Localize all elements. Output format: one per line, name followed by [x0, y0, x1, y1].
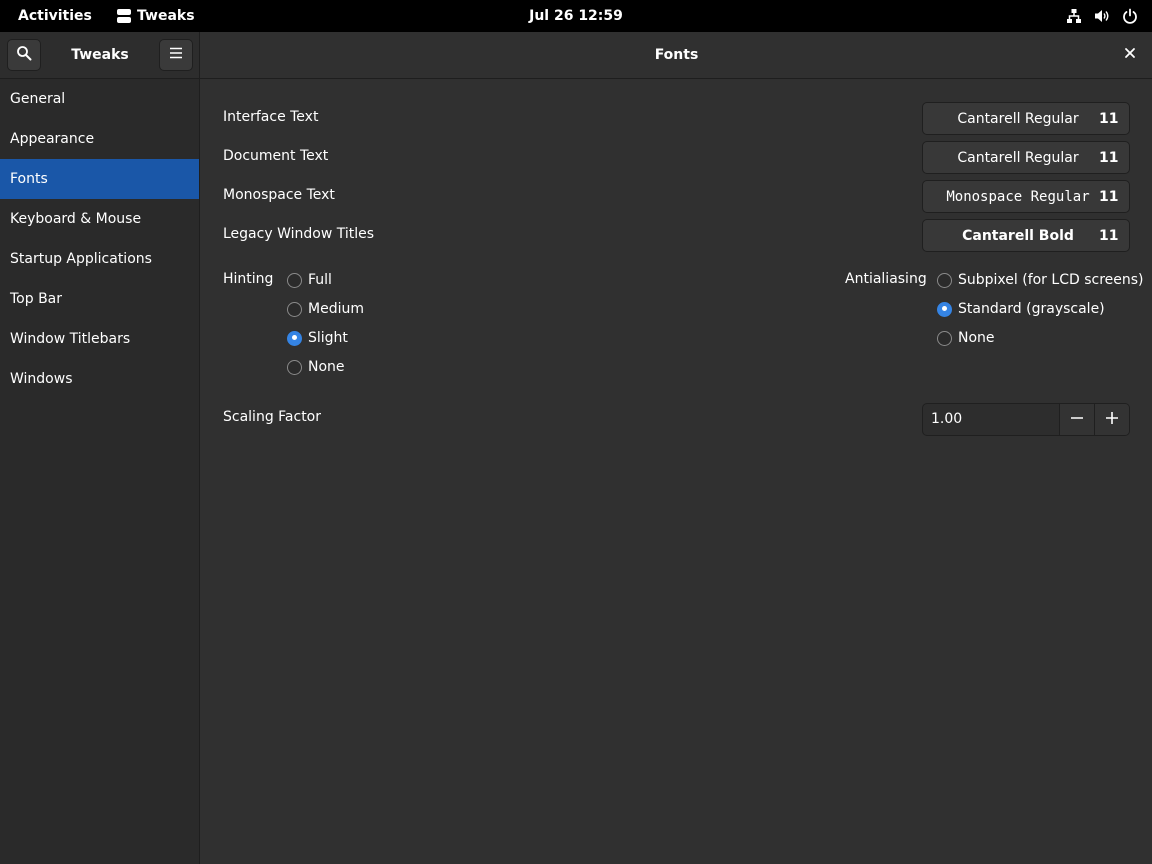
radio-label: None [308, 359, 345, 375]
main-menu-button[interactable] [159, 39, 193, 71]
radio-label: None [958, 330, 995, 346]
radio-label: Slight [308, 330, 348, 346]
decrement-button[interactable] [1059, 404, 1094, 435]
radio-label: Subpixel (for LCD screens) [958, 272, 1144, 288]
sidebar-item-window-titlebars[interactable]: Window Titlebars [0, 319, 199, 359]
fonts-panel: Interface Text Cantarell Regular 11 Docu… [201, 79, 1152, 864]
search-icon [16, 45, 32, 65]
hinting-slight-radio[interactable]: Slight [287, 330, 348, 346]
radio-indicator [937, 330, 952, 346]
monospace-text-label: Monospace Text [223, 187, 335, 203]
radio-indicator [287, 272, 302, 288]
radio-indicator [287, 359, 302, 375]
document-text-font-button[interactable]: Cantarell Regular 11 [922, 141, 1130, 174]
close-button[interactable] [1118, 43, 1142, 67]
font-name: Cantarell Regular [957, 110, 1079, 127]
hinting-none-radio[interactable]: None [287, 359, 345, 375]
page-title: Fonts [654, 47, 699, 63]
hinting-label: Hinting [223, 271, 274, 287]
app-menu[interactable]: Tweaks [117, 0, 195, 32]
plus-icon [1105, 411, 1119, 429]
sidebar-item-startup-applications[interactable]: Startup Applications [0, 239, 199, 279]
radio-indicator-selected [287, 330, 302, 346]
font-name: Monospace Regular [946, 188, 1090, 205]
antialiasing-subpixel-radio[interactable]: Subpixel (for LCD screens) [937, 272, 1144, 288]
header-bar: Tweaks Fonts [0, 32, 1152, 79]
legacy-window-titles-label: Legacy Window Titles [223, 226, 375, 242]
legacy-window-titles-font-button[interactable]: Cantarell Bold 11 [922, 219, 1130, 252]
antialiasing-label: Antialiasing [845, 271, 927, 287]
interface-text-font-button[interactable]: Cantarell Regular 11 [922, 102, 1130, 135]
font-name: Cantarell Bold [962, 227, 1074, 244]
sidebar-item-general[interactable]: General [0, 79, 199, 119]
antialiasing-none-radio[interactable]: None [937, 330, 995, 346]
top-bar: Activities Tweaks Jul 26 12:59 [0, 0, 1152, 32]
close-icon [1124, 47, 1136, 63]
sidebar-item-appearance[interactable]: Appearance [0, 119, 199, 159]
radio-label: Medium [308, 301, 364, 317]
scaling-factor-label: Scaling Factor [223, 409, 322, 425]
monospace-text-font-button[interactable]: Monospace Regular 11 [922, 180, 1130, 213]
clock[interactable]: Jul 26 12:59 [529, 8, 623, 24]
hinting-full-radio[interactable]: Full [287, 272, 332, 288]
tweaks-app-icon [117, 9, 131, 23]
increment-button[interactable] [1094, 404, 1129, 435]
tweaks-window: Tweaks Fonts General Appearance Fonts Ke… [0, 32, 1152, 864]
radio-label: Full [308, 272, 332, 288]
antialiasing-standard-radio[interactable]: Standard (grayscale) [937, 301, 1105, 317]
activities-button[interactable]: Activities [18, 0, 92, 32]
volume-icon [1094, 8, 1110, 24]
scaling-factor-spinbutton: 1.00 [922, 403, 1130, 436]
interface-text-label: Interface Text [223, 109, 319, 125]
sidebar-item-fonts[interactable]: Fonts [0, 159, 199, 199]
hamburger-menu-icon [168, 45, 184, 65]
font-size: 11 [1099, 227, 1119, 244]
system-status-area[interactable] [1066, 0, 1138, 32]
font-size: 11 [1099, 149, 1119, 166]
radio-indicator-selected [937, 301, 952, 317]
scaling-factor-input[interactable]: 1.00 [923, 404, 1059, 435]
document-text-label: Document Text [223, 148, 329, 164]
radio-label: Standard (grayscale) [958, 301, 1105, 317]
app-menu-label: Tweaks [137, 8, 195, 24]
power-icon [1122, 8, 1138, 24]
minus-icon [1070, 411, 1084, 429]
search-button[interactable] [7, 39, 41, 71]
font-name: Cantarell Regular [957, 149, 1079, 166]
font-size: 11 [1099, 188, 1119, 205]
font-size: 11 [1099, 110, 1119, 127]
sidebar-title: Tweaks [71, 47, 129, 63]
sidebar-item-top-bar[interactable]: Top Bar [0, 279, 199, 319]
radio-indicator [287, 301, 302, 317]
radio-indicator [937, 272, 952, 288]
hinting-medium-radio[interactable]: Medium [287, 301, 364, 317]
sidebar-header: Tweaks [0, 32, 200, 78]
network-icon [1066, 8, 1082, 24]
sidebar: General Appearance Fonts Keyboard & Mous… [0, 79, 200, 864]
sidebar-item-keyboard-mouse[interactable]: Keyboard & Mouse [0, 199, 199, 239]
sidebar-item-windows[interactable]: Windows [0, 359, 199, 399]
